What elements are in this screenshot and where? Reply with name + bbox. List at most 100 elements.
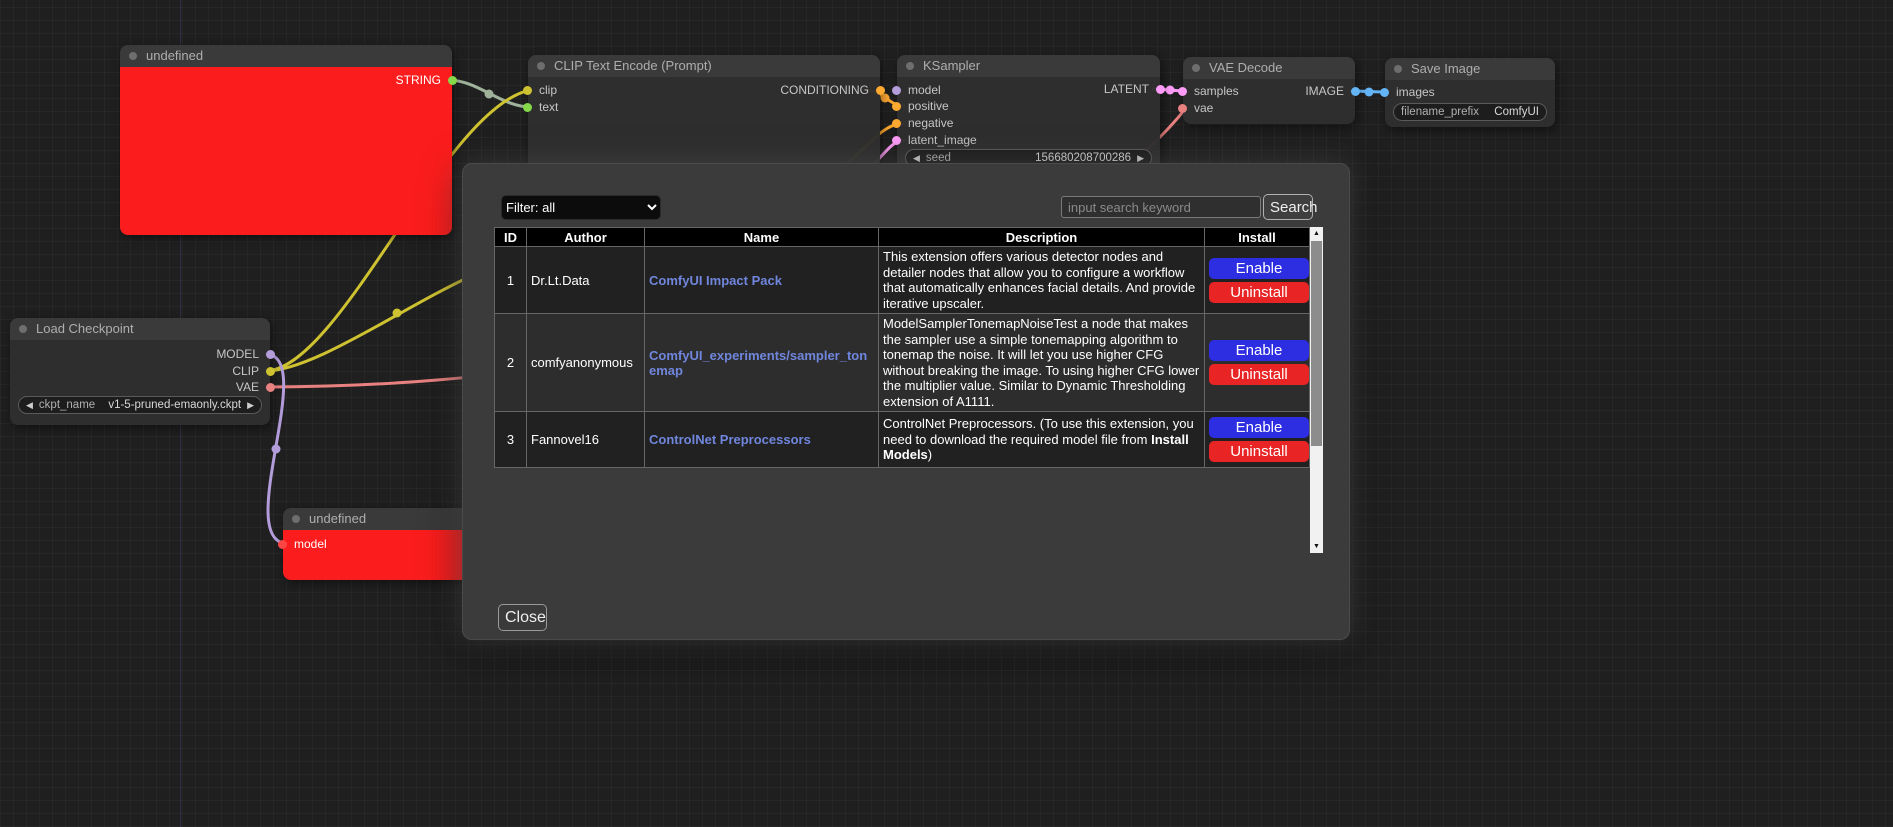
- slot-label: VAE: [236, 380, 259, 394]
- output-pin-latent[interactable]: [1156, 85, 1165, 94]
- description-text: ModelSamplerTonemapNoiseTest a node that…: [883, 316, 1199, 409]
- scrollbar-thumb[interactable]: [1311, 241, 1322, 446]
- widget-label: ckpt_name: [39, 399, 95, 411]
- slot-label: STRING: [396, 73, 441, 87]
- node-title: Save Image: [1411, 61, 1480, 76]
- cell-id: 3: [495, 412, 527, 468]
- node-undefined-string[interactable]: undefined STRING: [120, 45, 452, 235]
- cell-author: Fannovel16: [527, 412, 645, 468]
- description-text: ControlNet Preprocessors. (To use this e…: [883, 416, 1194, 447]
- uninstall-button[interactable]: Uninstall: [1209, 364, 1309, 385]
- input-pin-vae[interactable]: [1178, 104, 1187, 113]
- comfyui-canvas[interactable]: undefined STRING CLIP Text Encode (Promp…: [0, 0, 1893, 827]
- search-input[interactable]: [1061, 196, 1261, 218]
- widget-value: ComfyUI: [1494, 106, 1539, 118]
- input-pin-model[interactable]: [278, 540, 287, 549]
- uninstall-button[interactable]: Uninstall: [1209, 282, 1309, 303]
- node-title: KSampler: [923, 58, 980, 73]
- cell-description: ControlNet Preprocessors. (To use this e…: [879, 412, 1205, 468]
- output-pin-clip[interactable]: [266, 367, 275, 376]
- cell-id: 2: [495, 314, 527, 412]
- input-pin-negative[interactable]: [892, 119, 901, 128]
- table-row: 3 Fannovel16 ControlNet Preprocessors Co…: [495, 412, 1310, 468]
- link-dot: [1365, 88, 1374, 97]
- cell-install: Enable Uninstall: [1205, 247, 1310, 314]
- table-row: 2 comfyanonymous ComfyUI_experiments/sam…: [495, 314, 1310, 412]
- scroll-down-icon[interactable]: ▼: [1310, 540, 1323, 553]
- search-button[interactable]: Search: [1263, 194, 1313, 220]
- extension-link[interactable]: ControlNet Preprocessors: [649, 432, 811, 447]
- cell-description: ModelSamplerTonemapNoiseTest a node that…: [879, 314, 1205, 412]
- slot-label: vae: [1194, 101, 1213, 115]
- widget-label: filename_prefix: [1401, 106, 1479, 118]
- slot-label: latent_image: [908, 133, 977, 147]
- cell-author: Dr.Lt.Data: [527, 247, 645, 314]
- node-ksampler[interactable]: KSampler model positive negative latent_…: [897, 55, 1160, 173]
- enable-button[interactable]: Enable: [1209, 417, 1309, 438]
- output-pin-string[interactable]: [448, 76, 457, 85]
- node-title: VAE Decode: [1209, 60, 1282, 75]
- node-load-checkpoint[interactable]: Load Checkpoint MODEL CLIP VAE ◀ ckpt_na…: [10, 318, 270, 425]
- prev-icon[interactable]: ◀: [26, 400, 33, 411]
- node-collapse-dot[interactable]: [292, 515, 300, 523]
- slot-label: negative: [908, 116, 953, 130]
- node-save-image[interactable]: Save Image images filename_prefix ComfyU…: [1385, 58, 1555, 127]
- extension-link[interactable]: ComfyUI_experiments/sampler_tonemap: [649, 348, 867, 378]
- input-pin-images[interactable]: [1380, 88, 1389, 97]
- slot-label: model: [294, 537, 327, 551]
- custom-nodes-dialog: Filter: all Search ID Author Name Descri…: [462, 163, 1350, 640]
- header-author: Author: [527, 228, 645, 247]
- header-install: Install: [1205, 228, 1310, 247]
- table-scrollbar[interactable]: ▲ ▼: [1310, 227, 1323, 553]
- link-dot: [1166, 86, 1175, 95]
- node-vae-decode[interactable]: VAE Decode samples vae IMAGE: [1183, 57, 1355, 124]
- table-header-row: ID Author Name Description Install: [495, 228, 1310, 247]
- node-collapse-dot[interactable]: [19, 325, 27, 333]
- extension-link[interactable]: ComfyUI Impact Pack: [649, 273, 782, 288]
- node-collapse-dot[interactable]: [1394, 65, 1402, 73]
- link-dot: [485, 90, 494, 99]
- cell-install: Enable Uninstall: [1205, 412, 1310, 468]
- output-pin-model[interactable]: [266, 350, 275, 359]
- node-collapse-dot[interactable]: [906, 62, 914, 70]
- node-title: CLIP Text Encode (Prompt): [554, 58, 712, 73]
- node-collapse-dot[interactable]: [537, 62, 545, 70]
- enable-button[interactable]: Enable: [1209, 340, 1309, 361]
- input-pin-text[interactable]: [523, 103, 532, 112]
- output-pin-vae[interactable]: [266, 383, 275, 392]
- increment-icon[interactable]: ▶: [1137, 153, 1144, 164]
- output-pin-image[interactable]: [1351, 87, 1360, 96]
- node-title: undefined: [309, 511, 366, 526]
- enable-button[interactable]: Enable: [1209, 258, 1309, 279]
- link-dot: [393, 309, 402, 318]
- input-pin-latent-image[interactable]: [892, 136, 901, 145]
- input-pin-model[interactable]: [892, 86, 901, 95]
- input-pin-clip[interactable]: [523, 86, 532, 95]
- close-button[interactable]: Close: [498, 604, 547, 631]
- ckpt-name-widget[interactable]: ◀ ckpt_name v1-5-pruned-emaonly.ckpt ▶: [18, 396, 262, 414]
- slot-label: MODEL: [216, 347, 259, 361]
- extensions-table-wrap: ID Author Name Description Install 1 Dr.…: [494, 227, 1323, 553]
- slot-label: text: [539, 100, 558, 114]
- header-name: Name: [645, 228, 879, 247]
- table-row: 1 Dr.Lt.Data ComfyUI Impact Pack This ex…: [495, 247, 1310, 314]
- output-pin-conditioning[interactable]: [876, 86, 885, 95]
- uninstall-button[interactable]: Uninstall: [1209, 441, 1309, 462]
- slot-label: samples: [1194, 84, 1239, 98]
- description-text: This extension offers various detector n…: [883, 249, 1195, 311]
- filename-prefix-widget[interactable]: filename_prefix ComfyUI: [1393, 103, 1547, 121]
- link-dot: [272, 445, 281, 454]
- slot-label: clip: [539, 83, 557, 97]
- description-suffix: ): [928, 447, 932, 462]
- scroll-up-icon[interactable]: ▲: [1310, 227, 1323, 240]
- extensions-table: ID Author Name Description Install 1 Dr.…: [494, 227, 1310, 468]
- decrement-icon[interactable]: ◀: [913, 153, 920, 164]
- next-icon[interactable]: ▶: [247, 400, 254, 411]
- input-pin-positive[interactable]: [892, 102, 901, 111]
- header-description: Description: [879, 228, 1205, 247]
- filter-select[interactable]: Filter: all: [501, 195, 661, 220]
- node-collapse-dot[interactable]: [129, 52, 137, 60]
- node-collapse-dot[interactable]: [1192, 64, 1200, 72]
- input-pin-samples[interactable]: [1178, 87, 1187, 96]
- slot-label: CONDITIONING: [780, 83, 869, 97]
